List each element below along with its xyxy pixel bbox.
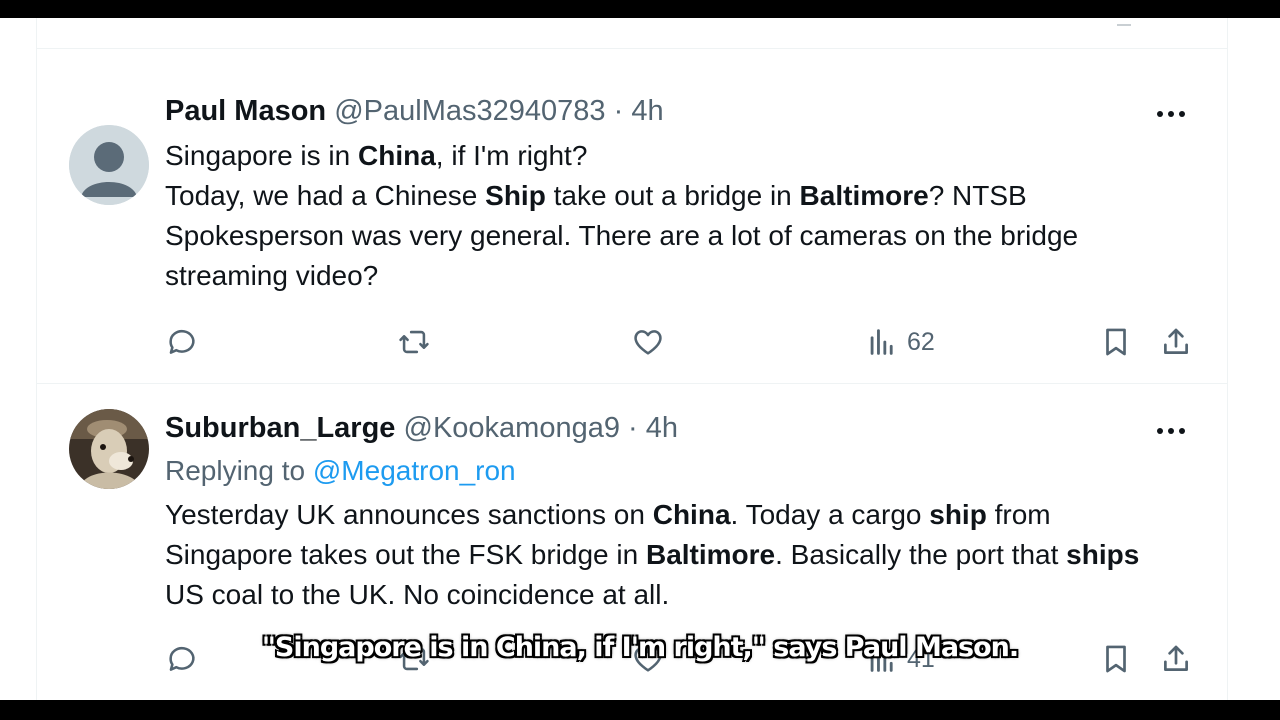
default-profile-avatar-icon xyxy=(69,125,149,205)
replying-to: Replying to @Megatron_ron xyxy=(165,453,516,489)
video-letterbox-bottom xyxy=(0,700,1280,720)
timestamp[interactable]: 4h xyxy=(631,95,663,127)
views-count: 62 xyxy=(907,327,935,356)
animal-photo-avatar-icon xyxy=(69,409,149,489)
bookmark-icon xyxy=(1106,645,1126,673)
separator-dot: · xyxy=(628,412,638,444)
retweet-icon xyxy=(399,647,429,671)
like-button[interactable] xyxy=(631,639,665,679)
tweet-suburban-large[interactable]: Suburban_Large @Kookamonga9 · 4h Replyin… xyxy=(37,385,1227,704)
tweet-actions: 62 xyxy=(165,322,1195,366)
reply-icon xyxy=(169,646,195,671)
reply-button[interactable] xyxy=(165,322,199,362)
like-icon xyxy=(634,330,662,355)
tweet-paul-mason[interactable]: Paul Mason @PaulMas32940783 · 4h Singapo… xyxy=(37,68,1227,384)
bookmark-icon xyxy=(1106,328,1126,356)
reply-button[interactable] xyxy=(165,639,199,679)
share-button[interactable] xyxy=(1159,639,1193,679)
video-letterbox-top xyxy=(0,0,1280,18)
bookmark-button[interactable] xyxy=(1099,639,1133,679)
views-count: 41 xyxy=(907,644,935,673)
tweet-header: Paul Mason @PaulMas32940783 · 4h xyxy=(165,93,664,129)
tweet-text: Singapore is in China, if I'm right? Toda… xyxy=(165,140,1079,291)
share-icon xyxy=(1164,328,1188,354)
user-handle[interactable]: @Kookamonga9 xyxy=(404,412,620,444)
replying-to-handle[interactable]: @Megatron_ron xyxy=(313,455,516,486)
reply-icon xyxy=(169,329,195,354)
user-handle[interactable]: @PaulMas32940783 xyxy=(334,95,605,127)
previous-tweet-partial xyxy=(37,18,1227,49)
tweet-text: Yesterday UK announces sanctions on Chin… xyxy=(165,499,1140,610)
display-name[interactable]: Paul Mason xyxy=(165,95,326,127)
display-name[interactable]: Suburban_Large xyxy=(165,412,395,444)
partial-icon xyxy=(1117,14,1131,26)
replying-to-label: Replying to xyxy=(165,455,306,486)
more-options-icon[interactable] xyxy=(1155,104,1191,124)
views-icon xyxy=(870,646,893,672)
tweet-header: Suburban_Large @Kookamonga9 · 4h xyxy=(165,410,678,446)
bookmark-button[interactable] xyxy=(1099,322,1133,362)
retweet-button[interactable] xyxy=(397,322,431,362)
like-icon xyxy=(634,647,662,672)
avatar[interactable] xyxy=(69,125,149,205)
views-button[interactable]: 62 xyxy=(865,322,935,362)
separator-dot: · xyxy=(613,95,624,127)
like-button[interactable] xyxy=(631,322,665,362)
tweet-actions: 41 xyxy=(165,639,1195,683)
views-button[interactable]: 41 xyxy=(865,639,935,679)
views-icon xyxy=(870,329,893,355)
retweet-button[interactable] xyxy=(397,639,431,679)
tweet-feed: Paul Mason @PaulMas32940783 · 4h Singapo… xyxy=(36,18,1228,704)
retweet-icon xyxy=(399,330,429,354)
share-button[interactable] xyxy=(1159,322,1193,362)
share-icon xyxy=(1164,645,1188,671)
more-options-icon[interactable] xyxy=(1155,421,1191,441)
timestamp[interactable]: 4h xyxy=(646,412,678,444)
avatar[interactable] xyxy=(69,409,149,489)
